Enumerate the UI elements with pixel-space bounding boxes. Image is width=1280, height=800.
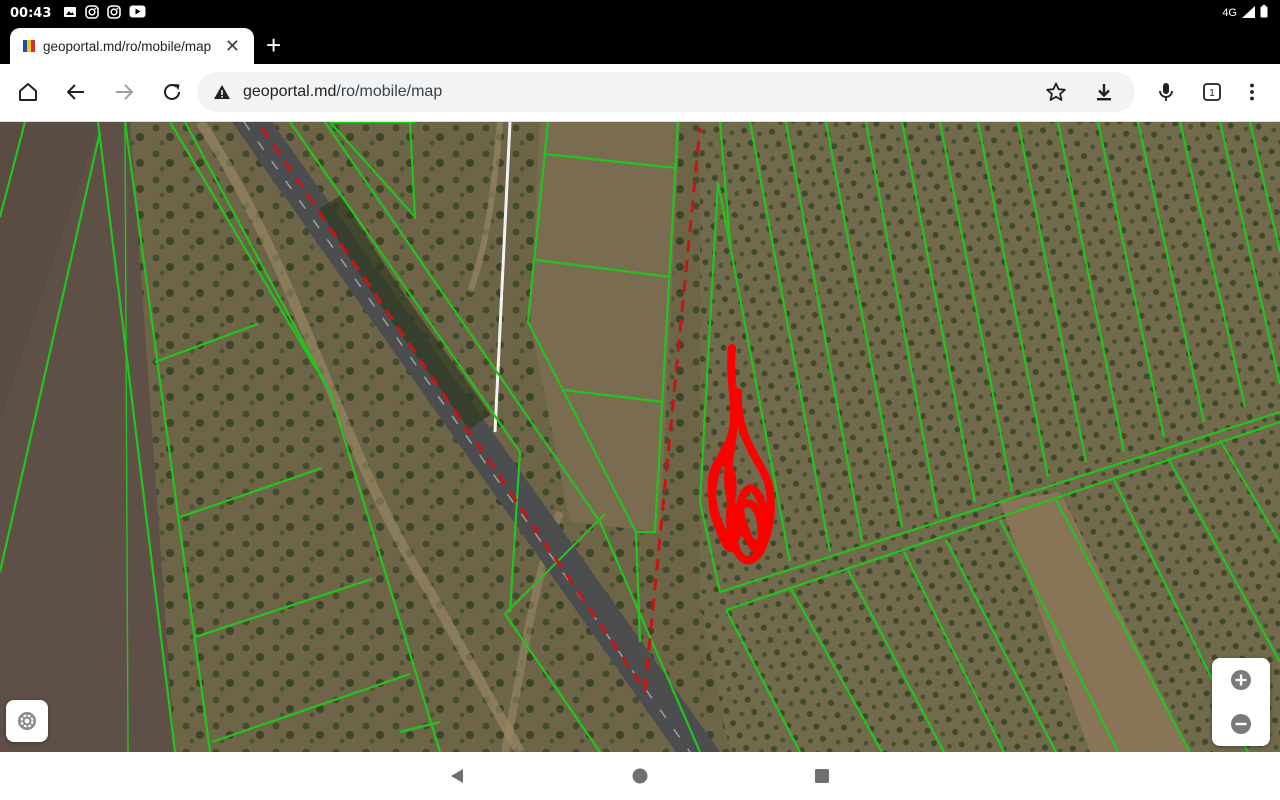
reload-icon[interactable] [158, 78, 186, 106]
tab-switcher-icon[interactable]: 1 [1198, 78, 1226, 106]
gear-icon [16, 710, 38, 732]
map-settings-button[interactable] [6, 700, 48, 742]
download-icon[interactable] [1090, 78, 1118, 106]
network-type: 4G [1222, 7, 1237, 19]
orchard-area [700, 122, 1280, 752]
minus-circle-icon [1229, 712, 1253, 736]
forward-icon[interactable] [110, 78, 138, 106]
battery-icon [1260, 5, 1268, 21]
warning-icon[interactable] [213, 83, 231, 101]
address-bar[interactable]: geoportal.md/ro/mobile/map [197, 72, 1135, 112]
zoom-control [1212, 658, 1270, 746]
instagram-icon [85, 4, 100, 22]
tab-strip: geoportal.md/ro/mobile/map ✕ + [0, 26, 1280, 64]
back-icon[interactable] [62, 78, 90, 106]
signal-icon [1242, 5, 1255, 21]
url-path: /ro/mobile/map [336, 83, 443, 100]
instagram-icon [107, 4, 122, 22]
status-time: 00:43 [10, 5, 52, 21]
browser-toolbar: geoportal.md/ro/mobile/map 1 [0, 64, 1280, 122]
close-tab-icon[interactable]: ✕ [225, 37, 240, 55]
url-host: geoportal.md [243, 83, 337, 100]
recents-square-icon[interactable] [813, 767, 831, 790]
plus-circle-icon [1229, 668, 1253, 692]
home-circle-icon[interactable] [631, 767, 649, 790]
url-text: geoportal.md/ro/mobile/map [243, 83, 442, 101]
site-favicon-icon [22, 39, 36, 53]
tab-title: geoportal.md/ro/mobile/map [43, 38, 212, 54]
image-icon [63, 5, 77, 22]
star-icon[interactable] [1042, 78, 1070, 106]
system-nav-bar [0, 752, 1280, 800]
browser-tab[interactable]: geoportal.md/ro/mobile/map ✕ [10, 28, 254, 64]
zoom-out-button[interactable] [1212, 702, 1270, 746]
map-canvas[interactable] [0, 122, 1280, 752]
home-icon[interactable] [14, 78, 42, 106]
new-tab-icon[interactable]: + [266, 32, 281, 58]
youtube-icon [129, 5, 146, 21]
zoom-in-button[interactable] [1212, 658, 1270, 702]
status-bar: 00:43 4G [0, 0, 1280, 26]
map-view[interactable] [0, 122, 1280, 752]
back-triangle-icon[interactable] [448, 767, 466, 790]
more-icon[interactable] [1238, 78, 1266, 106]
mic-icon[interactable] [1152, 78, 1180, 106]
tab-count: 1 [1209, 88, 1215, 99]
